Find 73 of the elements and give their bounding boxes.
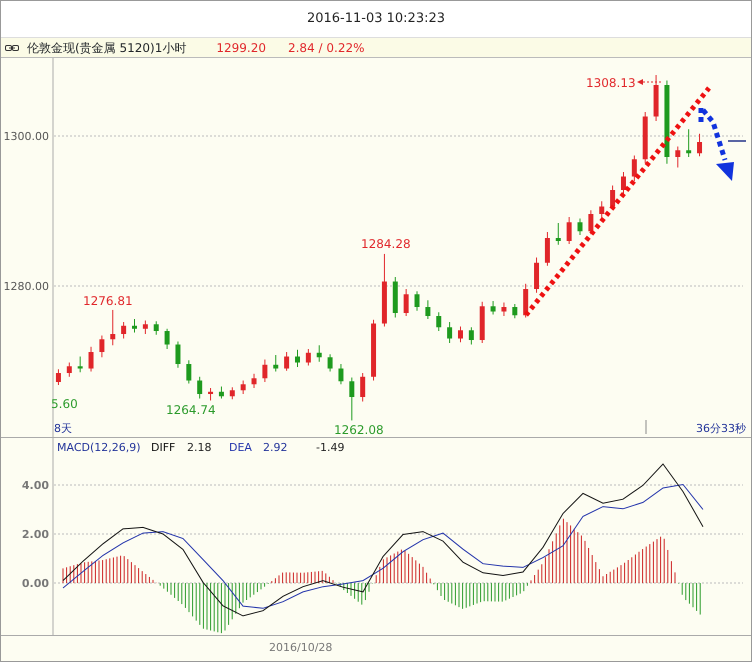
macd-value: -1.49 [316, 441, 344, 454]
instrument-name: 伦敦金现(贵金属 5120)1小时 [27, 40, 186, 56]
candlestick [273, 354, 278, 372]
price-extreme-label: 1264.74 [166, 403, 216, 417]
candlestick [620, 172, 626, 196]
axis-tick-label: 4.00 [22, 479, 49, 492]
legend-label: DEA [229, 441, 252, 454]
candlestick [99, 335, 104, 358]
candlestick [404, 288, 409, 317]
candlestick [218, 386, 224, 400]
candlestick [425, 300, 430, 320]
candlestick [556, 222, 561, 246]
candlestick [490, 300, 496, 316]
price-change: 2.84 / 0.22% [288, 40, 364, 56]
candlestick [414, 290, 420, 312]
candlestick [66, 362, 72, 378]
countdown-label: 36分33秒 [696, 422, 746, 435]
candlestick [328, 354, 333, 372]
candlestick [501, 302, 506, 317]
candlestick [316, 344, 322, 362]
candlestick [436, 312, 442, 332]
candlestick [588, 210, 594, 235]
price-extreme-label: 1276.81 [83, 294, 133, 308]
candlestick [56, 368, 61, 386]
candlestick [306, 348, 311, 366]
candlestick [697, 133, 702, 157]
candlestick [88, 346, 94, 372]
period-label: 8天 [54, 422, 72, 435]
candlestick [468, 326, 474, 346]
candlestick [599, 200, 604, 220]
axis-tick-label: 1280.00 [4, 280, 49, 294]
window-title: 2016-11-03 10:23:23 [306, 10, 446, 28]
candlestick [262, 359, 268, 383]
axis-tick-label: 1300.00 [4, 130, 49, 143]
candlestick [686, 128, 692, 158]
axis-tick-label: 2.00 [22, 528, 49, 542]
price-extreme-label: 1284.28 [361, 237, 411, 251]
candlestick [360, 372, 366, 402]
last-price: 1299.20 [216, 40, 266, 56]
candlestick [240, 380, 246, 395]
current-price-line [728, 140, 746, 142]
candlestick [230, 386, 235, 400]
candlestick [110, 309, 116, 346]
macd-label: MACD(12,26,9) [57, 441, 141, 454]
candlestick [675, 146, 680, 168]
candlestick [121, 322, 126, 340]
legend-label: DIFF [151, 441, 176, 454]
candlestick [338, 364, 344, 385]
link-icon [5, 44, 19, 52]
candlestick [164, 328, 170, 350]
candlestick [154, 320, 159, 336]
candlestick [632, 155, 637, 182]
candlestick [197, 376, 202, 400]
diff-value: 2.18 [187, 441, 212, 454]
candlestick [284, 352, 290, 372]
candlestick [142, 320, 148, 335]
candlestick [132, 318, 137, 334]
time-axis-label: 2016/10/28 [269, 640, 332, 656]
candlestick [186, 360, 192, 384]
candlestick [294, 349, 300, 368]
candlestick [566, 216, 572, 245]
candlestick [458, 326, 463, 343]
candlestick [349, 377, 354, 421]
dea-value: 2.92 [263, 441, 288, 454]
price-extreme-label: 5.60 [51, 397, 78, 411]
candlestick [578, 218, 583, 236]
price-extreme-label: 1262.08 [334, 423, 384, 437]
candlestick [512, 304, 518, 319]
candlestick [447, 322, 452, 344]
candlestick [175, 341, 180, 368]
candlestick [252, 373, 257, 389]
axis-tick-label: 0.00 [22, 577, 49, 590]
price-extreme-label: 1308.13 [586, 76, 636, 90]
